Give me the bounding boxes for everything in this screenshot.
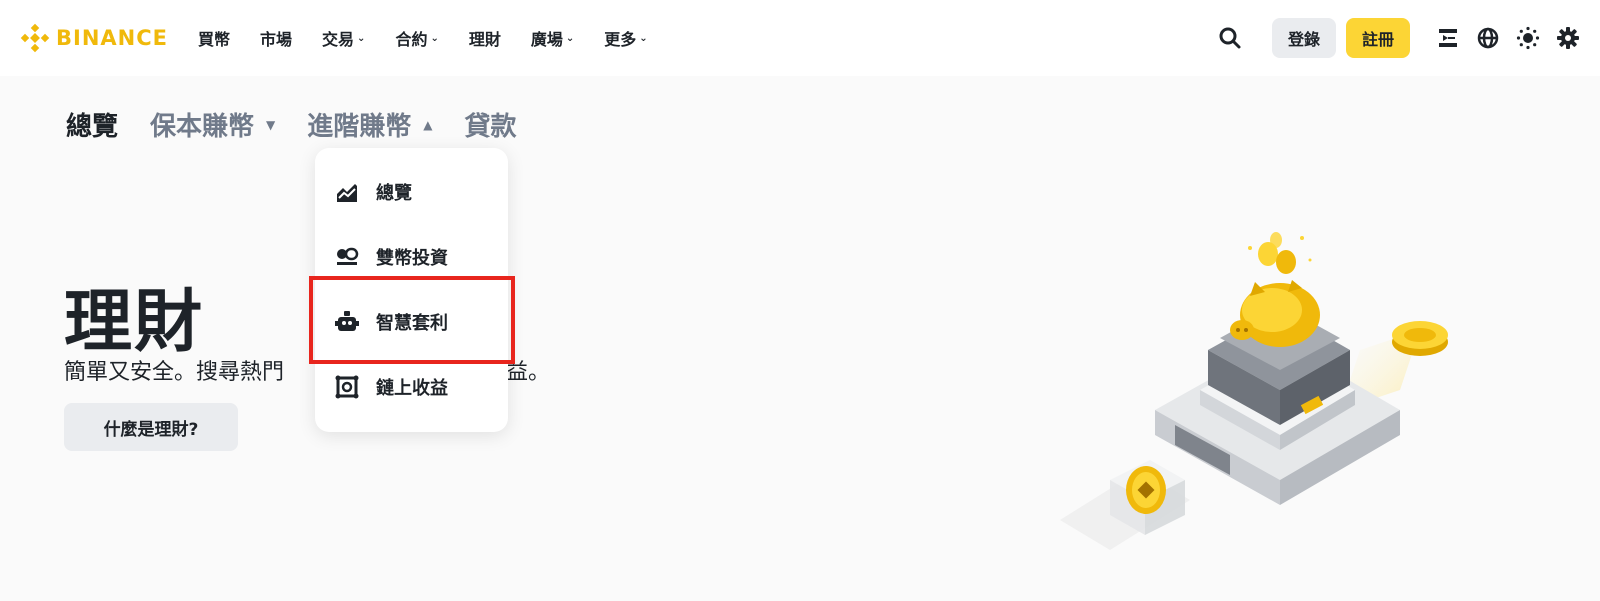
binance-logo-icon (20, 23, 50, 53)
nav-label: 廣場 (530, 30, 563, 49)
advanced-earn-dropdown: 總覽 雙幣投資 智慧套利 鏈上收益 (315, 148, 508, 432)
dropdown-label: 總覽 (376, 183, 412, 204)
tab-overview[interactable]: 總覽 (66, 106, 118, 143)
nav-item-trade[interactable]: 交易 ⌄ (322, 26, 365, 50)
nav-item-more[interactable]: 更多 ⌄ (604, 26, 647, 50)
nav-item-buy-crypto[interactable]: 買幣 (198, 26, 230, 50)
header-tools: 登錄 註冊 (1210, 18, 1588, 58)
nav-item-markets[interactable]: 市場 (260, 26, 292, 50)
dual-coin-icon (335, 245, 359, 269)
tab-label: 貸款 (464, 112, 517, 142)
theme-icon (1516, 26, 1540, 50)
tab-label: 總覽 (66, 112, 119, 142)
search-icon (1219, 27, 1241, 49)
caret-down-icon: ▼ (266, 117, 276, 132)
dropdown-label: 雙幣投資 (376, 248, 448, 269)
dropdown-item-smart-arbitrage[interactable]: 智慧套利 (315, 298, 508, 346)
nav-item-square[interactable]: 廣場 ⌄ (531, 26, 574, 50)
robot-icon (335, 310, 359, 334)
chevron-down-icon: ⌄ (357, 32, 366, 44)
tab-principal-protected[interactable]: 保本賺幣 ▼ (150, 106, 275, 143)
login-button[interactable]: 登錄 (1271, 18, 1336, 58)
chart-overview-icon (335, 180, 359, 204)
nav-label: 更多 (604, 30, 637, 49)
subtitle-left: 簡單又安全。搜尋熱門 (64, 360, 285, 385)
nav-label: 買幣 (198, 30, 231, 49)
chevron-down-icon: ⌄ (565, 32, 575, 44)
settings-icon (1557, 27, 1579, 49)
dropdown-item-overview[interactable]: 總覽 (315, 168, 508, 216)
top-navigation-bar: BINANCE 買幣 市場 交易 ⌄ 合約 ⌄ 理財 廣場 ⌄ 更多 ⌄ 登錄 註冊 (0, 0, 1600, 76)
download-button[interactable] (1428, 18, 1468, 58)
tab-advanced-earn[interactable]: 進階賺幣 ▲ (307, 106, 432, 143)
what-is-earn-button[interactable]: 什麼是理財? (64, 403, 238, 451)
search-button[interactable] (1210, 18, 1250, 58)
nav-item-earn[interactable]: 理財 (469, 26, 501, 50)
download-icon (1439, 29, 1457, 47)
tab-label: 進階賺幣 (307, 112, 412, 142)
dropdown-label: 智慧套利 (376, 313, 448, 334)
caret-up-icon: ▲ (423, 117, 433, 132)
dropdown-item-dual-investment[interactable]: 雙幣投資 (315, 233, 508, 281)
nav-item-futures[interactable]: 合約 ⌄ (395, 26, 438, 50)
piggy-bank-illustration (1060, 232, 1448, 550)
settings-button[interactable] (1548, 18, 1588, 58)
language-button[interactable] (1468, 18, 1508, 58)
page-title: 理財 (64, 283, 205, 362)
nav-label: 交易 (322, 30, 355, 49)
tab-label: 保本賺幣 (150, 112, 255, 142)
logo-text: BINANCE (56, 26, 168, 50)
tab-loans[interactable]: 貸款 (465, 106, 517, 143)
nav-label: 合約 (395, 30, 428, 49)
dropdown-label: 鏈上收益 (376, 378, 448, 399)
nav-label: 理財 (468, 30, 501, 49)
chevron-down-icon: ⌄ (639, 32, 648, 44)
chevron-down-icon: ⌄ (430, 32, 439, 44)
globe-icon (1477, 27, 1499, 49)
register-button[interactable]: 註冊 (1345, 18, 1410, 58)
nav-label: 市場 (260, 30, 293, 49)
main-nav: 買幣 市場 交易 ⌄ 合約 ⌄ 理財 廣場 ⌄ 更多 ⌄ (198, 0, 678, 76)
earn-subtabs: 總覽 保本賺幣 ▼ 進階賺幣 ▲ 貸款 (66, 106, 549, 143)
theme-toggle-button[interactable] (1508, 18, 1548, 58)
onchain-icon (335, 375, 359, 399)
subtitle-right: 益。 (506, 360, 551, 385)
binance-logo[interactable]: BINANCE (20, 23, 168, 53)
dropdown-item-onchain-yields[interactable]: 鏈上收益 (315, 363, 508, 411)
